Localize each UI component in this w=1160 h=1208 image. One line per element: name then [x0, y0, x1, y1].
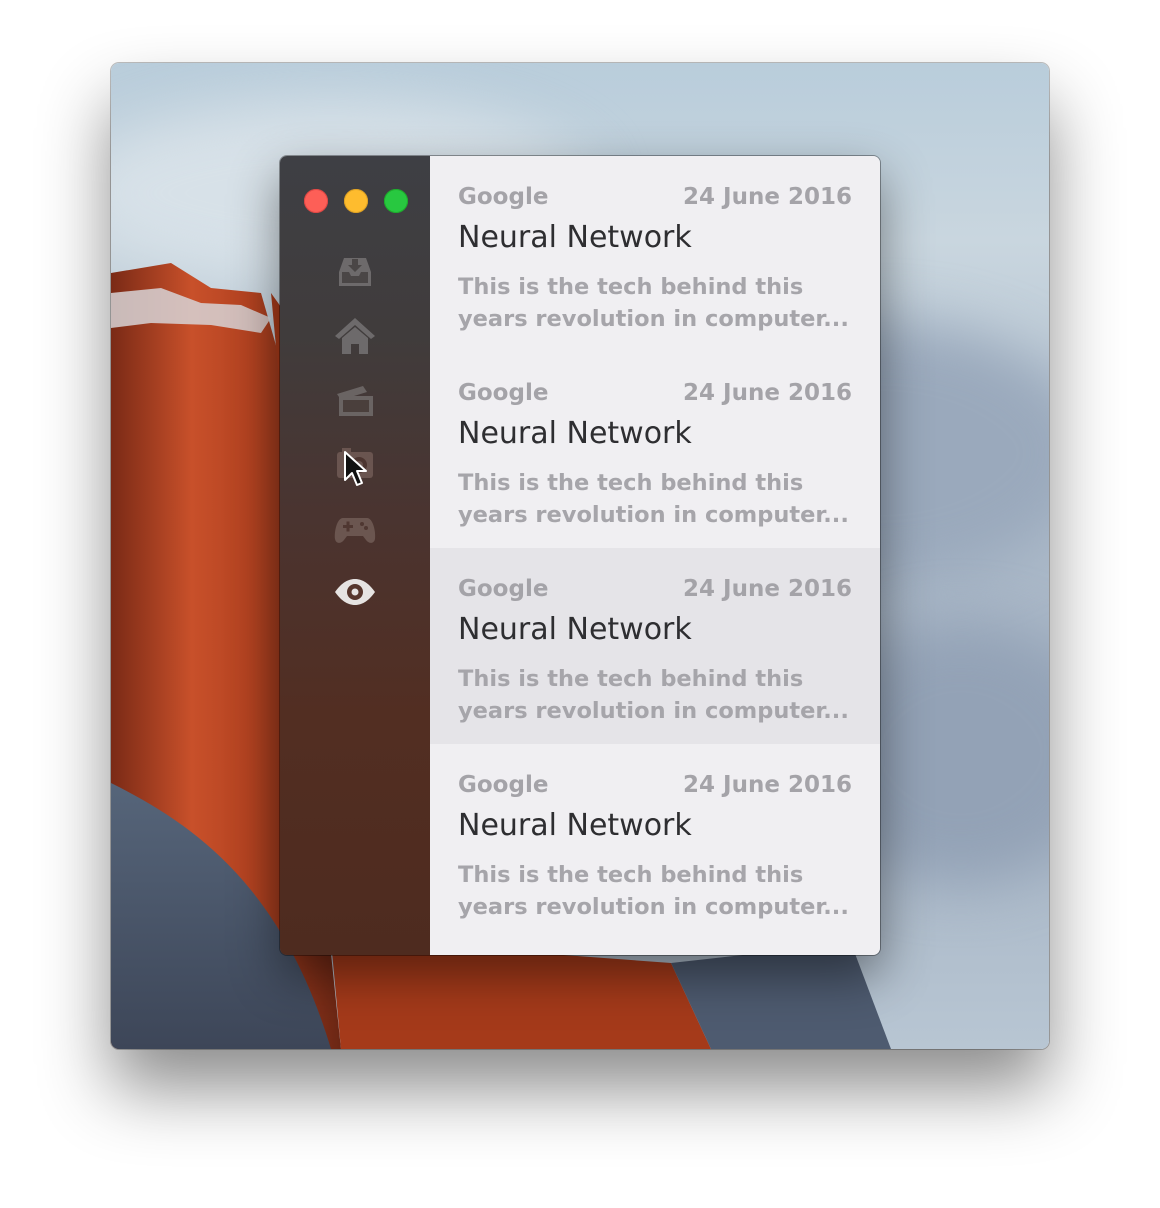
sidebar-item-watch[interactable] — [333, 570, 377, 614]
sidebar-item-games[interactable] — [333, 506, 377, 550]
article-date: 24 June 2016 — [683, 380, 852, 406]
inbox-download-icon — [339, 258, 371, 286]
article-title: Neural Network — [458, 416, 692, 451]
stacked-windows-icon — [337, 386, 373, 416]
sidebar-item-inbox[interactable] — [333, 250, 377, 294]
article-date: 24 June 2016 — [683, 576, 852, 602]
article-date: 24 June 2016 — [683, 184, 852, 210]
article-excerpt: This is the tech behind this years revol… — [458, 470, 849, 528]
minimize-window-button[interactable] — [344, 189, 368, 213]
article-date: 24 June 2016 — [683, 772, 852, 798]
article-title: Neural Network — [458, 220, 692, 255]
article-item[interactable]: Google 24 June 2016 Neural Network This … — [430, 548, 880, 744]
close-window-button[interactable] — [304, 189, 328, 213]
sidebar-item-home[interactable] — [333, 314, 377, 358]
article-list: Google 24 June 2016 Neural Network This … — [430, 156, 880, 955]
article-source: Google — [458, 772, 549, 798]
article-item[interactable]: Google 24 June 2016 Neural Network This … — [430, 744, 880, 940]
mouse-pointer-icon — [344, 451, 367, 486]
article-source: Google — [458, 576, 549, 602]
home-icon — [335, 318, 375, 354]
article-excerpt: This is the tech behind this years revol… — [458, 666, 849, 724]
article-title: Neural Network — [458, 808, 692, 843]
article-title: Neural Network — [458, 612, 692, 647]
article-source: Google — [458, 380, 549, 406]
maximize-window-button[interactable] — [384, 189, 408, 213]
article-excerpt: This is the tech behind this years revol… — [458, 862, 849, 920]
article-source: Google — [458, 184, 549, 210]
app-window: Google 24 June 2016 Neural Network This … — [280, 156, 880, 955]
sidebar — [280, 156, 430, 955]
eye-icon — [335, 579, 375, 605]
article-item[interactable]: Google 24 June 2016 Neural Network This … — [430, 156, 880, 352]
article-item[interactable]: Google 24 June 2016 Neural Network This … — [430, 352, 880, 548]
gamepad-icon — [334, 518, 376, 543]
article-excerpt: This is the tech behind this years revol… — [458, 274, 849, 332]
sidebar-item-collections[interactable] — [333, 378, 377, 422]
